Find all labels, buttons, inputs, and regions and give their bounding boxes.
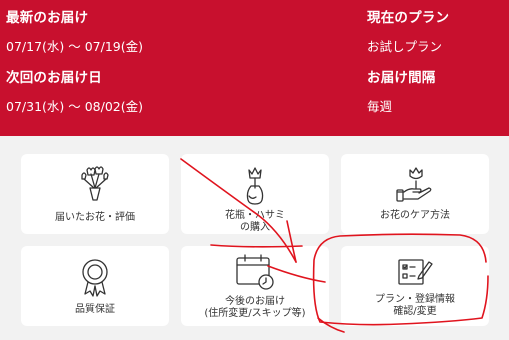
- received-flowers-card[interactable]: 届いたお花・評価: [21, 154, 169, 234]
- vase-icon: [240, 164, 270, 210]
- flower-care-card[interactable]: お花のケア方法: [341, 154, 489, 234]
- calendar-clock-icon: [234, 252, 276, 294]
- upcoming-deliveries-card[interactable]: 今後のお届け (住所変更/スキップ等): [181, 246, 329, 326]
- vase-scissors-label: 花瓶・ハサミ の購入: [225, 210, 285, 233]
- delivery-summary-header: 最新のお届け 07/17(水) 〜 07/19(金) 現在のプラン お試しプラン…: [0, 0, 509, 136]
- next-delivery-block: 次回のお届け日 07/31(水) 〜 08/02(金): [6, 66, 143, 115]
- quality-guarantee-label: 品質保証: [75, 304, 115, 315]
- delivery-interval-label: お届け間隔: [367, 70, 436, 86]
- current-plan-value: お試しプラン: [367, 39, 443, 54]
- flower-care-label: お花のケア方法: [380, 210, 450, 221]
- award-ribbon-icon: [79, 256, 111, 302]
- plan-registration-card[interactable]: プラン・登録情報 確認/変更: [341, 246, 489, 326]
- current-plan-label: 現在のプラン: [367, 10, 450, 26]
- vase-scissors-card[interactable]: 花瓶・ハサミ の購入: [181, 154, 329, 234]
- latest-delivery-block: 最新のお届け 07/17(水) 〜 07/19(金): [6, 6, 143, 55]
- plan-registration-label: プラン・登録情報 確認/変更: [375, 294, 455, 317]
- next-delivery-value: 07/31(水) 〜 08/02(金): [6, 99, 143, 114]
- delivery-interval-block: お届け間隔 毎週: [367, 66, 436, 115]
- form-edit-icon: [395, 254, 435, 292]
- delivery-interval-value: 毎週: [367, 99, 393, 114]
- next-delivery-label: 次回のお届け日: [6, 70, 102, 86]
- quality-guarantee-card[interactable]: 品質保証: [21, 246, 169, 326]
- latest-delivery-value: 07/17(水) 〜 07/19(金): [6, 39, 143, 54]
- current-plan-block: 現在のプラン お試しプラン: [367, 6, 449, 55]
- upcoming-deliveries-label: 今後のお届け (住所変更/スキップ等): [204, 296, 306, 319]
- hand-flower-icon: [395, 164, 435, 208]
- latest-delivery-label: 最新のお届け: [6, 10, 89, 26]
- received-flowers-label: 届いたお花・評価: [55, 212, 135, 223]
- bouquet-icon: [77, 164, 113, 206]
